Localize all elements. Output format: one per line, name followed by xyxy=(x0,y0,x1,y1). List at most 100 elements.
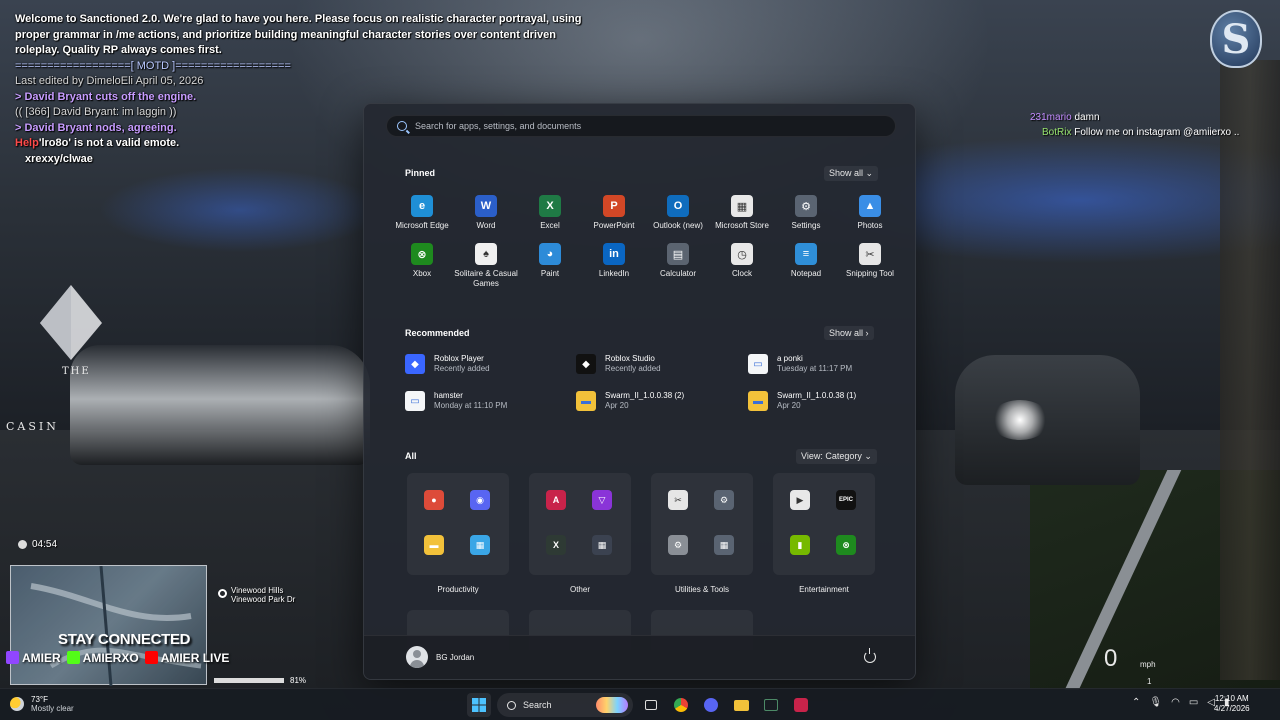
stream-chat-line: 231mario damn xyxy=(1030,110,1239,125)
recommended-show-all-button[interactable]: Show all › xyxy=(824,326,874,340)
social-kick: AMIERXO xyxy=(66,651,139,665)
taskbar-app-a[interactable] xyxy=(789,693,813,717)
pinned-app-label: Word xyxy=(476,221,496,230)
discord-icon xyxy=(704,698,718,712)
pinned-app-calculator[interactable]: ▤ Calculator xyxy=(646,243,710,289)
pinned-app-notepad[interactable]: ≡ Notepad xyxy=(774,243,838,289)
widgets-icon: ▦ xyxy=(470,535,490,555)
recommended-item[interactable]: ▬ Swarm_II_1.0.0.38 (1) Apr 20 xyxy=(748,391,856,411)
recommended-item[interactable]: ◆ Roblox Studio Recently added xyxy=(576,354,661,374)
pinned-app-excel[interactable]: X Excel xyxy=(518,195,582,231)
taskbar: 73°F Mostly clear Search ⌃ 🎙 ◠ ▭ ◁ ▮ 12: xyxy=(0,688,1280,720)
motd-edited: Last edited by DimeloEli April 05, 2026 xyxy=(15,75,204,87)
recommended-item-subtitle: Recently added xyxy=(605,364,661,373)
view-category-button[interactable]: View: Category ⌄ xyxy=(796,449,877,464)
tray-overflow-icon[interactable]: ⌃ xyxy=(1132,697,1140,708)
pinned-app-label: Microsoft Edge xyxy=(395,221,449,230)
weather-condition: Mostly clear xyxy=(31,704,74,713)
task-view-button[interactable] xyxy=(639,693,663,717)
recommended-item[interactable]: ▭ hamster Monday at 11:10 PM xyxy=(405,391,507,411)
taskbar-search[interactable]: Search xyxy=(497,693,633,717)
pinned-app-settings[interactable]: ⚙ Settings xyxy=(774,195,838,231)
paint-icon: ◕ xyxy=(539,243,561,265)
search-icon xyxy=(507,700,516,710)
diamond-casino-logo-icon xyxy=(40,285,102,360)
user-name[interactable]: BG Jordan xyxy=(436,653,474,662)
kick-icon xyxy=(66,651,80,664)
pinned-app-photos[interactable]: ▲ Photos xyxy=(838,195,902,231)
pinned-app-snipping-tool[interactable]: ✂ Snipping Tool xyxy=(838,243,902,289)
category-folder-utilities-tools[interactable]: ✂ ⚙ ⚙ ▦ xyxy=(651,473,753,575)
casino-the-text: THE xyxy=(62,366,91,377)
pinned-app-microsoft-edge[interactable]: e Microsoft Edge xyxy=(390,195,454,231)
recommended-item[interactable]: ◆ Roblox Player Recently added xyxy=(405,354,490,374)
category-folder-entertainment[interactable]: ▶ EPIC ▮ ⊗ xyxy=(773,473,875,575)
recommended-item-icon: ▭ xyxy=(405,391,425,411)
snipping-icon: ✂ xyxy=(668,490,688,510)
start-search-input[interactable] xyxy=(415,121,875,131)
search-icon xyxy=(397,121,407,131)
recommended-item-subtitle: Recently added xyxy=(434,364,490,373)
taskbar-discord[interactable] xyxy=(699,693,723,717)
taskbar-chrome[interactable] xyxy=(669,693,693,717)
start-search-box[interactable] xyxy=(386,115,896,137)
recommended-item[interactable]: ▬ Swarm_II_1.0.0.38 (2) Apr 20 xyxy=(576,391,684,411)
location-pin-icon xyxy=(218,589,227,598)
taskbar-apps: Search xyxy=(467,693,813,717)
pinned-app-word[interactable]: W Word xyxy=(454,195,518,231)
pinned-app-outlook-new[interactable]: O Outlook (new) xyxy=(646,195,710,231)
linkedin-icon: in xyxy=(603,243,625,265)
recommended-item-icon: ◆ xyxy=(405,354,425,374)
recommended-item-title: Swarm_II_1.0.0.38 (2) xyxy=(605,391,685,400)
youtube-icon xyxy=(144,651,158,664)
grass-background xyxy=(1030,470,1280,690)
solitaire-casual-games-icon: ♠ xyxy=(475,243,497,265)
outlook-new-icon: O xyxy=(667,195,689,217)
pinned-app-xbox[interactable]: ⊗ Xbox xyxy=(390,243,454,289)
category-folder-other[interactable]: A ▽ X ▦ xyxy=(529,473,631,575)
stream-chat-msg: Follow me on instagram @amiierxo .. xyxy=(1074,127,1240,138)
recommended-item-icon: ◆ xyxy=(576,354,596,374)
stay-connected-text: STAY CONNECTED xyxy=(58,631,191,648)
clock-icon: ◷ xyxy=(731,243,753,265)
microsoft-store-icon: ▦ xyxy=(731,195,753,217)
help-prefix: Help xyxy=(15,137,39,149)
taskbar-file-explorer[interactable] xyxy=(729,693,753,717)
excel-icon: X xyxy=(539,195,561,217)
recommended-item-icon: ▬ xyxy=(576,391,596,411)
motd-divider: ==================[ MOTD ]==============… xyxy=(15,59,291,72)
snipping-tool-icon: ✂ xyxy=(859,243,881,265)
photos-icon: ▲ xyxy=(859,195,881,217)
pinned-app-paint[interactable]: ◕ Paint xyxy=(518,243,582,289)
taskbar-clock[interactable]: 12:10 AM 4/27/2026 xyxy=(1214,694,1250,714)
taskbar-app-excel[interactable] xyxy=(759,693,783,717)
category-folder-label: Entertainment xyxy=(799,585,849,594)
category-folder-productivity[interactable]: ● ◉ ▬ ▦ xyxy=(407,473,509,575)
recommended-item[interactable]: ▭ a ponki Tuesday at 11:17 PM xyxy=(748,354,852,374)
weather-widget[interactable]: 73°F Mostly clear xyxy=(10,695,74,713)
pinned-app-linkedin[interactable]: in LinkedIn xyxy=(582,243,646,289)
pinned-app-label: Excel xyxy=(540,221,560,230)
stream-chat-line: BotRix Follow me on instagram @amiierxo … xyxy=(1030,125,1239,140)
pinned-show-all-button[interactable]: Show all ⌄ xyxy=(824,166,879,181)
recommended-item-subtitle: Tuesday at 11:17 PM xyxy=(777,364,853,373)
headset-icon[interactable]: ◠ xyxy=(1171,697,1180,708)
user-avatar[interactable] xyxy=(406,646,428,668)
minimap-roads-icon xyxy=(30,565,202,687)
network-icon[interactable]: ▭ xyxy=(1189,697,1198,708)
app-v-icon: ▽ xyxy=(592,490,612,510)
power-icon[interactable] xyxy=(864,648,876,663)
task-view-icon xyxy=(645,700,657,710)
pinned-app-solitaire-casual-games[interactable]: ♠ Solitaire & Casual Games xyxy=(454,243,518,289)
pinned-app-clock[interactable]: ◷ Clock xyxy=(710,243,774,289)
recommended-item-title: Roblox Studio xyxy=(605,354,655,363)
app-a-icon: A xyxy=(546,490,566,510)
start-button[interactable] xyxy=(467,693,491,717)
pinned-app-powerpoint[interactable]: P PowerPoint xyxy=(582,195,646,231)
pinned-app-microsoft-store[interactable]: ▦ Microsoft Store xyxy=(710,195,774,231)
game-time: 04:54 xyxy=(18,539,57,550)
health-bar xyxy=(214,678,284,683)
pinned-app-label: Snipping Tool xyxy=(846,269,894,278)
taskbar-date: 4/27/2026 xyxy=(1214,704,1250,713)
microphone-icon[interactable]: 🎙 xyxy=(1149,697,1162,708)
